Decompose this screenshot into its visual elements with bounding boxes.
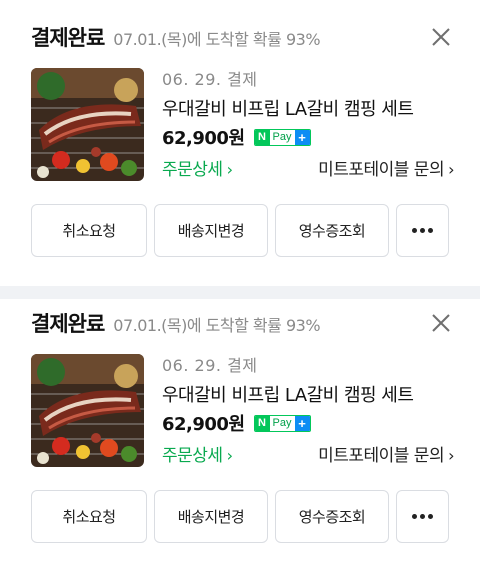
plus-icon: + <box>294 129 310 145</box>
order-card: 결제완료 07.01.(목)에 도착할 확률 93% 06. 29. 결제 우대… <box>0 0 480 286</box>
chevron-right-icon: › <box>226 446 233 465</box>
receipt-button[interactable]: 영수증조회 <box>275 204 389 257</box>
order-actions: 취소요청 배송지변경 영수증조회 <box>31 204 449 257</box>
chevron-right-icon: › <box>226 160 233 179</box>
order-card: 결제완료 07.01.(목)에 도착할 확률 93% 06. 29. 결제 우대… <box>0 286 480 561</box>
order-detail-label: 주문상세 <box>162 446 223 466</box>
order-status: 결제완료 <box>31 312 105 336</box>
close-icon[interactable] <box>428 310 454 336</box>
more-button[interactable] <box>396 490 449 543</box>
order-date: 06. 29. 결제 <box>162 70 258 89</box>
seller-inquiry-label: 미트포테이블 문의 <box>318 160 445 180</box>
price-row: 62,900원 N Pay + <box>162 124 311 150</box>
cancel-request-button[interactable]: 취소요청 <box>31 490 147 543</box>
npay-label: Pay <box>272 417 292 429</box>
npay-label: Pay <box>272 131 292 143</box>
npay-plus-badge: N Pay + <box>253 414 311 432</box>
npay-logo-icon: N <box>254 415 270 431</box>
seller-inquiry-link[interactable]: 미트포테이블 문의 › <box>318 155 454 180</box>
chevron-right-icon: › <box>448 446 454 465</box>
chevron-right-icon: › <box>448 160 454 179</box>
cancel-request-button[interactable]: 취소요청 <box>31 204 147 257</box>
change-address-button[interactable]: 배송지변경 <box>154 204 268 257</box>
delivery-estimate: 07.01.(목)에 도착할 확률 93% <box>113 316 321 335</box>
npay-plus-badge: N Pay + <box>253 128 311 146</box>
close-icon[interactable] <box>428 24 454 50</box>
change-address-button[interactable]: 배송지변경 <box>154 490 268 543</box>
seller-inquiry-label: 미트포테이블 문의 <box>318 446 445 466</box>
order-detail-label: 주문상세 <box>162 160 223 180</box>
order-date: 06. 29. 결제 <box>162 356 258 375</box>
product-price: 62,900원 <box>162 414 245 435</box>
plus-icon: + <box>294 415 310 431</box>
product-thumbnail[interactable] <box>31 354 144 467</box>
product-price: 62,900원 <box>162 128 245 149</box>
receipt-button[interactable]: 영수증조회 <box>275 490 389 543</box>
product-name[interactable]: 우대갈비 비프립 LA갈비 캠핑 세트 <box>162 95 452 121</box>
link-row: 주문상세 › 미트포테이블 문의 › <box>162 155 454 180</box>
order-status: 결제완료 <box>31 26 105 50</box>
seller-inquiry-link[interactable]: 미트포테이블 문의 › <box>318 441 454 466</box>
more-dots-icon <box>412 514 433 519</box>
delivery-estimate: 07.01.(목)에 도착할 확률 93% <box>113 30 321 49</box>
order-header: 결제완료 07.01.(목)에 도착할 확률 93% <box>31 308 321 338</box>
order-detail-link[interactable]: 주문상세 › <box>162 441 233 466</box>
more-button[interactable] <box>396 204 449 257</box>
npay-logo-icon: N <box>254 129 270 145</box>
product-thumbnail[interactable] <box>31 68 144 181</box>
more-dots-icon <box>412 228 433 233</box>
price-row: 62,900원 N Pay + <box>162 410 311 436</box>
order-header: 결제완료 07.01.(목)에 도착할 확률 93% <box>31 22 321 52</box>
order-list: 결제완료 07.01.(목)에 도착할 확률 93% 06. 29. 결제 우대… <box>0 0 480 561</box>
product-name[interactable]: 우대갈비 비프립 LA갈비 캠핑 세트 <box>162 381 452 407</box>
link-row: 주문상세 › 미트포테이블 문의 › <box>162 441 454 466</box>
order-detail-link[interactable]: 주문상세 › <box>162 155 233 180</box>
order-actions: 취소요청 배송지변경 영수증조회 <box>31 490 449 543</box>
